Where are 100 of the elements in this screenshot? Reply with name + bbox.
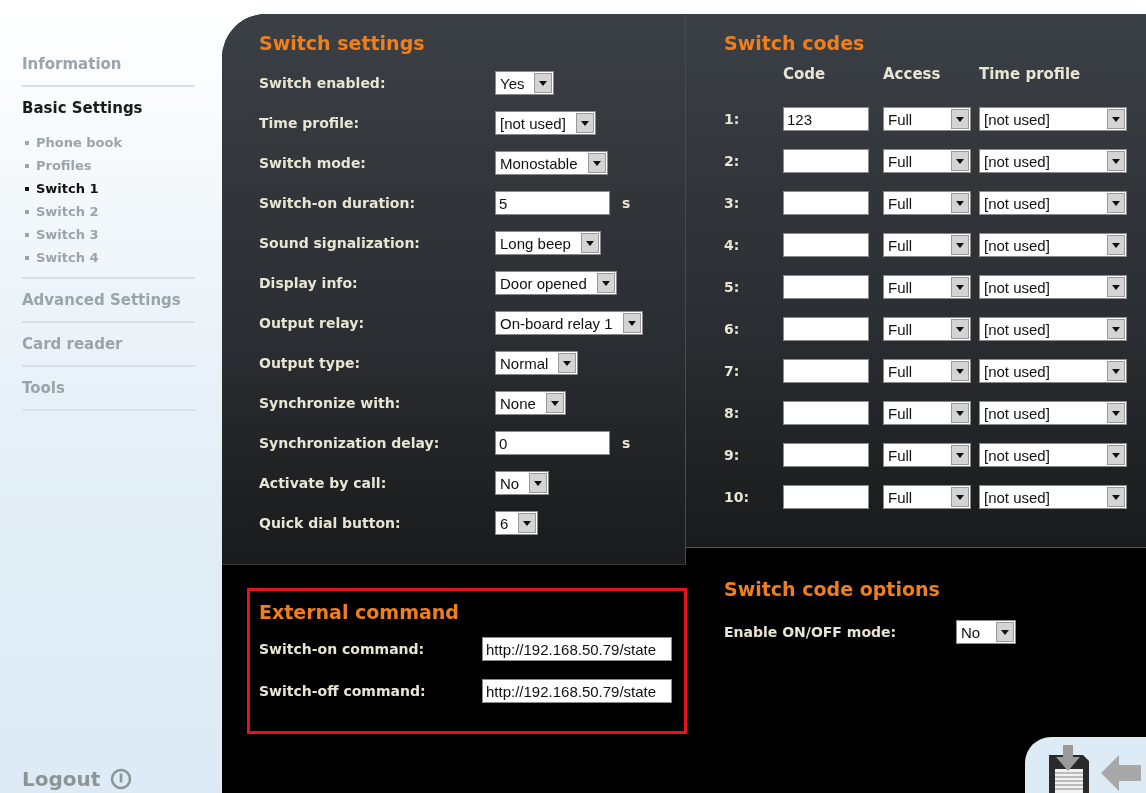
row-number: 1: [724,111,740,127]
caret-icon [575,113,594,133]
caret-icon [1107,151,1125,171]
dropdown[interactable]: Full [883,401,971,425]
code-field[interactable] [783,191,869,215]
field-label: Display info: [259,275,358,291]
section-title: Switch code options [724,578,941,600]
caret-icon [1107,403,1125,423]
dropdown[interactable]: [not used] [979,191,1127,215]
caret-icon [951,235,969,255]
dropdown[interactable]: None [495,391,566,415]
dropdown[interactable]: [not used] [979,485,1127,509]
dropdown[interactable]: No [495,471,550,495]
dropdown[interactable]: Yes [495,71,555,95]
code-field[interactable] [783,275,869,299]
column-header: Access [883,65,941,85]
caret-icon [1107,277,1125,297]
code-field[interactable] [783,317,869,341]
row-number: 3: [724,195,740,211]
code-field[interactable] [783,401,869,425]
unit-label: s [622,195,631,211]
code-field[interactable] [783,233,869,257]
field-label: Output type: [259,355,361,371]
dropdown[interactable]: Full [883,107,971,131]
dropdown[interactable]: No [956,620,1016,644]
field-label: Switch-on duration: [259,195,416,211]
text-field[interactable]: http://192.168.50.79/state [482,637,672,661]
dropdown[interactable]: Full [883,149,971,173]
dropdown[interactable]: [not used] [979,359,1127,383]
text-field[interactable]: http://192.168.50.79/state [482,679,672,703]
dropdown[interactable]: 6 [495,511,539,535]
field-label: Sound signalization: [259,235,420,251]
row-number: 2: [724,153,740,169]
caret-icon [951,277,969,297]
dropdown[interactable]: [not used] [979,275,1127,299]
column-header: Code [783,65,826,85]
caret-icon [587,153,606,173]
caret-icon [951,319,969,339]
row-number: 7: [724,363,740,379]
dropdown[interactable]: Full [883,233,971,257]
dropdown[interactable]: Monostable [495,151,608,175]
back-arrow-icon[interactable] [1101,753,1141,793]
code-field[interactable] [783,359,869,383]
code-field[interactable] [783,149,869,173]
dropdown[interactable]: Full [883,317,971,341]
dropdown[interactable]: Long beep [495,231,601,255]
row-number: 5: [724,279,740,295]
caret-icon [951,445,969,465]
section-title: Switch settings [259,32,426,54]
code-field[interactable]: 123 [783,107,869,131]
caret-icon [558,353,577,373]
dropdown[interactable]: Full [883,443,971,467]
field-label: Switch mode: [259,155,366,171]
caret-icon [951,487,969,507]
field-label: Activate by call: [259,475,387,491]
dropdown[interactable]: Full [883,359,971,383]
dropdown[interactable]: [not used] [979,149,1127,173]
caret-icon [1107,445,1125,465]
field-label: Enable ON/OFF mode: [724,624,897,640]
field-label: Switch enabled: [259,75,386,91]
dropdown[interactable]: [not used] [979,233,1127,257]
dropdown[interactable]: [not used] [979,443,1127,467]
dropdown[interactable]: Door opened [495,271,617,295]
dropdown[interactable]: [not used] [979,107,1127,131]
caret-icon [951,151,969,171]
field-label: Switch-off command: [259,683,426,699]
dropdown[interactable]: Normal [495,351,579,375]
section-title: External command [259,601,460,623]
dropdown[interactable]: Full [883,191,971,215]
unit-label: s [622,435,631,451]
sidebar-item[interactable]: Basic Settings [22,89,195,117]
sidebar-subitem[interactable]: Switch 1 [22,181,195,196]
caret-icon [529,473,548,493]
dropdown[interactable]: Full [883,485,971,509]
code-field[interactable] [783,443,869,467]
row-number: 6: [724,321,740,337]
dropdown[interactable]: Full [883,275,971,299]
power-icon[interactable] [110,768,133,790]
dropdown[interactable]: [not used] [979,401,1127,425]
dropdown[interactable]: [not used] [495,111,596,135]
text-field[interactable]: 0 [495,431,610,455]
row-number: 8: [724,405,740,421]
caret-icon [518,513,537,533]
caret-icon [545,393,564,413]
dropdown[interactable]: [not used] [979,317,1127,341]
text-field[interactable]: 5 [495,191,610,215]
caret-icon [951,193,969,213]
row-number: 9: [724,447,740,463]
caret-icon [996,622,1014,642]
dropdown[interactable]: On-board relay 1 [495,311,643,335]
code-field[interactable] [783,485,869,509]
row-number: 4: [724,237,740,253]
caret-icon [1107,319,1125,339]
field-label: Synchronize with: [259,395,401,411]
field-label: Output relay: [259,315,365,331]
caret-icon [951,361,969,381]
section-title: Switch codes [724,32,866,54]
caret-icon [1107,193,1125,213]
save-icon[interactable] [1047,745,1091,793]
caret-icon [580,233,599,253]
